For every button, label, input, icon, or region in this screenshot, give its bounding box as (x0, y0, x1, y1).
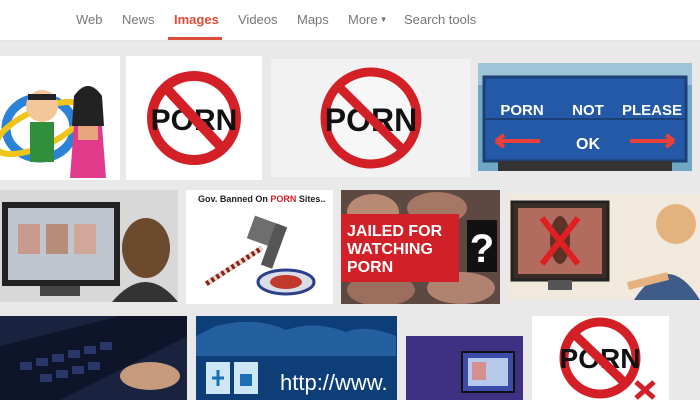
web-url-image: http://www. (196, 316, 397, 400)
jailed-line-1: JAILED FOR (347, 223, 443, 240)
caret-down-icon: ▼ (379, 15, 388, 24)
image-result-truck-sign[interactable]: PORN NOT PLEASE OK (478, 63, 692, 171)
jailed-image: JAILED FOR WATCHING PORN ? (341, 190, 500, 304)
tab-web[interactable]: Web (76, 12, 103, 27)
truck-word-bottom: OK (576, 136, 600, 153)
truck-sign-image: PORN NOT PLEASE OK (478, 63, 692, 171)
truck-word-middle: NOT (572, 102, 604, 119)
image-result-blue-monitor[interactable] (406, 336, 523, 400)
image-result-web-url[interactable]: http://www. (196, 316, 397, 400)
tab-videos[interactable]: Videos (238, 12, 278, 27)
truck-word-right: PLEASE (622, 102, 682, 119)
image-result-no-porn-red[interactable]: PORN (532, 316, 669, 400)
ban-sign-image: PORN (532, 316, 669, 400)
laptop-image (0, 316, 187, 400)
search-tools-button[interactable]: Search tools (404, 12, 476, 27)
image-result-no-porn-sign[interactable]: PORN (126, 56, 262, 180)
question-mark-icon: ? (470, 227, 494, 271)
image-result-cartoon[interactable] (0, 56, 120, 180)
search-tabs-bar: Web News Images Videos Maps More ▼ Search… (0, 0, 700, 41)
cartoon-image (0, 86, 106, 178)
jailed-line-3: PORN (347, 259, 393, 276)
hammer-caption: Gov. Banned On PORN Sites.. (198, 194, 325, 204)
truck-word-left: PORN (500, 102, 543, 119)
censored-screen-image (508, 194, 700, 300)
image-result-jailed-headline[interactable]: JAILED FOR WATCHING PORN ? (341, 190, 500, 304)
tab-more-label: More (348, 12, 378, 27)
tab-news[interactable]: News (122, 12, 155, 27)
tab-maps[interactable]: Maps (297, 12, 329, 27)
ban-sign-image: PORN (320, 67, 422, 169)
image-result-laptop-keyboard[interactable] (0, 316, 187, 400)
jailed-line-2: WATCHING (347, 241, 433, 258)
url-text: http://www. (280, 370, 388, 395)
tab-images[interactable]: Images (174, 12, 219, 27)
image-result-censored-screen[interactable] (508, 194, 700, 300)
blue-monitor-image (406, 336, 523, 400)
ban-sign-image: PORN (147, 71, 241, 165)
image-result-man-at-monitor[interactable] (0, 190, 178, 302)
tab-more[interactable]: More ▼ (348, 12, 388, 27)
image-result-porn-banned[interactable]: PORN (271, 59, 470, 177)
hammer-image: Gov. Banned On PORN Sites.. (198, 194, 325, 296)
active-tab-indicator (168, 37, 222, 40)
monitor-image (0, 190, 178, 302)
image-result-ban-hammer[interactable]: Gov. Banned On PORN Sites.. (186, 190, 333, 304)
